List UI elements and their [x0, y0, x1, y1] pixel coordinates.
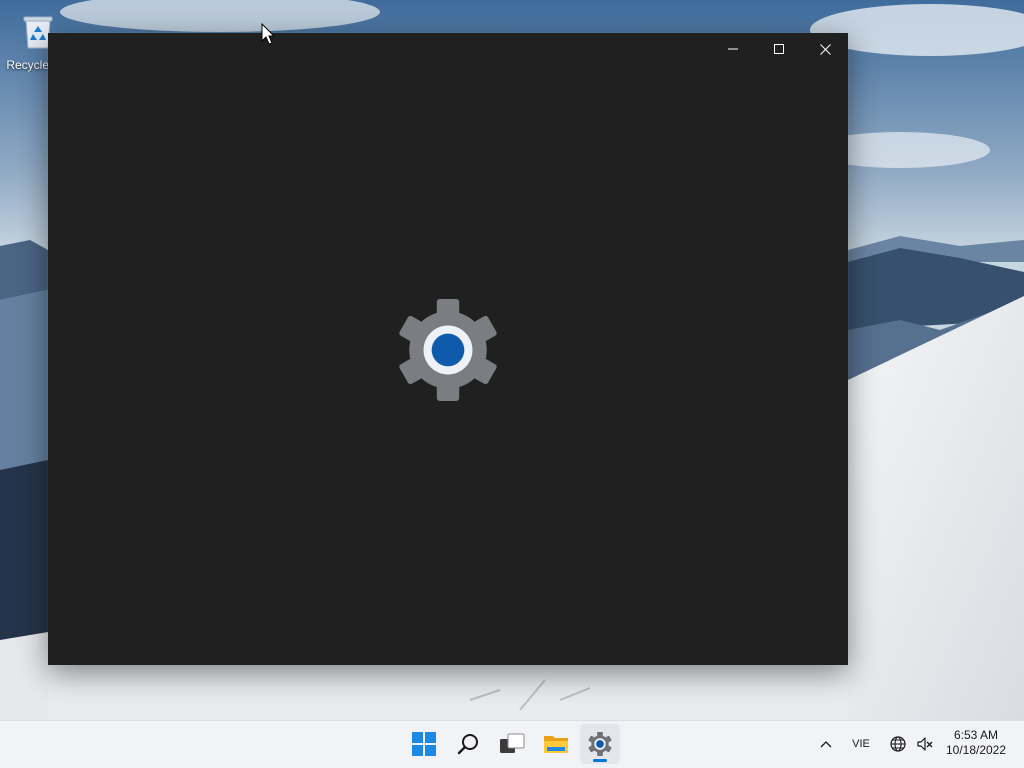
- title-bar[interactable]: [48, 33, 848, 65]
- active-app-indicator: [593, 759, 607, 762]
- windows-start-icon: [412, 732, 436, 756]
- settings-taskbar-button[interactable]: [580, 724, 620, 764]
- clock-date: 10/18/2022: [945, 743, 1007, 757]
- network-volume-group[interactable]: [884, 728, 938, 760]
- settings-window[interactable]: [48, 33, 848, 665]
- task-view-icon: [500, 733, 525, 753]
- search-button[interactable]: [448, 724, 488, 764]
- desktop: Recycle Bin VIE 6:53 AM 10/18/2022: [0, 0, 1024, 768]
- close-icon: [819, 43, 831, 55]
- settings-gear-icon: [399, 299, 497, 401]
- clock[interactable]: 6:53 AM 10/18/2022: [940, 724, 1012, 764]
- search-icon: [457, 734, 478, 755]
- minimize-icon: [728, 48, 738, 50]
- globe-network-icon: [889, 736, 906, 752]
- start-button[interactable]: [404, 724, 444, 764]
- minimize-button[interactable]: [710, 33, 756, 65]
- show-hidden-icons-button[interactable]: [812, 728, 840, 760]
- close-button[interactable]: [802, 33, 848, 65]
- clock-time: 6:53 AM: [953, 728, 999, 742]
- settings-gear-icon: [588, 732, 612, 756]
- maximize-button[interactable]: [756, 33, 802, 65]
- folder-icon: [544, 736, 568, 753]
- input-language-indicator[interactable]: VIE: [844, 728, 878, 760]
- task-view-button[interactable]: [492, 724, 532, 764]
- file-explorer-button[interactable]: [536, 724, 576, 764]
- chevron-up-icon: [820, 741, 832, 748]
- maximize-icon: [774, 44, 784, 54]
- volume-muted-icon: [916, 737, 932, 751]
